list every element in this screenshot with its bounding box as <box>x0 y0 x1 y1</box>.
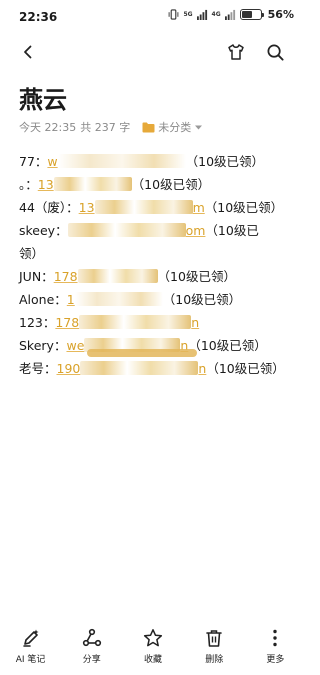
share-button[interactable]: 分享 <box>61 628 122 675</box>
entry-link[interactable]: w <box>47 154 186 169</box>
entry-link[interactable]: om <box>67 223 205 238</box>
note-title[interactable]: 燕云 <box>19 80 67 115</box>
entry-status: （10级已领） <box>131 177 211 192</box>
folder-name: 未分类 <box>158 121 192 134</box>
entry-status: （10级已领） <box>188 338 267 353</box>
entry-status: （10级已领） <box>185 154 265 169</box>
more-label: 更多 <box>266 655 285 665</box>
back-arrow-icon <box>24 45 32 59</box>
entry-laohao: 老号：190 n（10级已领） <box>19 357 291 380</box>
entry-label: 77： <box>19 154 48 169</box>
more-button[interactable]: 更多 <box>245 628 306 675</box>
entry-label: JUN： <box>19 269 54 284</box>
entry-status: （10级已领） <box>204 200 284 215</box>
entry-link[interactable]: 190 n <box>57 361 206 376</box>
entry-link[interactable]: 13 <box>38 177 132 192</box>
entry-status: （10级已 <box>205 223 259 238</box>
chevron-down-icon <box>195 125 203 129</box>
trash-icon <box>206 630 223 647</box>
vibrate-icon <box>169 9 179 20</box>
entry-link[interactable]: 178 <box>54 269 158 284</box>
nav-bar <box>0 38 306 68</box>
status-icons: 5G 4G 56% <box>168 8 294 21</box>
more-icon <box>273 629 278 647</box>
entry-123: 123：178 n <box>19 311 291 334</box>
back-button[interactable] <box>16 40 40 64</box>
battery-icon <box>239 9 264 20</box>
entry-label: skeey： <box>19 223 68 238</box>
status-time: 22:36 <box>19 10 58 24</box>
entry-skeey-cont: 领） <box>19 242 291 265</box>
entry-link[interactable]: 178 n <box>55 315 199 330</box>
entry-label: 老号： <box>19 361 57 376</box>
entry-label: Alone： <box>19 292 67 307</box>
battery-fill <box>241 11 252 18</box>
ai-note-label: AI 笔记 <box>15 655 46 665</box>
word-count: 共 237 字 <box>80 121 131 134</box>
note-body[interactable]: 77：w （10级已领） 。：13 （10级已领） 44（废）：13 m（10级已领）… <box>19 150 291 380</box>
entry-dot: 。：13 （10级已领） <box>19 173 291 196</box>
bottom-toolbar: AI 笔记 分享 收藏 删除 更多 <box>0 628 306 675</box>
entry-77: 77：w （10级已领） <box>19 150 291 173</box>
network-5g-label: 5G <box>183 10 193 18</box>
redaction-bar <box>87 349 197 357</box>
entry-status: （10级已领） <box>157 269 236 284</box>
folder-selector[interactable]: 未分类 <box>142 119 203 135</box>
entry-status: （10级已领） <box>162 292 242 307</box>
entry-link[interactable]: 13 m <box>79 200 205 215</box>
search-icon <box>267 44 284 61</box>
share-icon <box>82 628 101 647</box>
entry-status: 领） <box>19 246 45 261</box>
entry-jun: JUN：178 （10级已领） <box>19 265 291 288</box>
signal-icon <box>196 9 207 20</box>
favorite-button[interactable]: 收藏 <box>122 628 183 675</box>
entry-label: Skery： <box>19 338 67 353</box>
entry-skeey: skeey： om（10级已 <box>19 219 291 242</box>
theme-button[interactable] <box>224 40 248 64</box>
delete-button[interactable]: 删除 <box>184 628 245 675</box>
note-meta: 今天 22:35 共 237 字 未分类 <box>19 119 203 135</box>
status-bar: 22:36 5G 4G 56% <box>0 0 306 34</box>
entry-status: （10级已领） <box>206 361 285 376</box>
star-icon <box>143 629 163 647</box>
favorite-label: 收藏 <box>144 655 163 665</box>
entry-label: 。： <box>19 177 38 192</box>
network-4g-label: 4G <box>211 10 221 18</box>
ai-pen-icon <box>22 629 39 647</box>
delete-label: 删除 <box>205 655 224 665</box>
share-label: 分享 <box>82 655 101 665</box>
entry-label: 123： <box>19 315 56 330</box>
entry-44: 44（废）：13 m（10级已领） <box>19 196 291 219</box>
tshirt-icon <box>228 44 244 60</box>
folder-icon <box>142 122 155 132</box>
entry-alone: Alone：1 （10级已领） <box>19 288 291 311</box>
entry-link[interactable]: 1 <box>67 292 163 307</box>
entry-label: 44（废）： <box>19 200 79 215</box>
battery-percent: 56% <box>267 8 294 21</box>
entry-skery: Skery：we n（10级已领） <box>19 334 291 357</box>
note-date: 今天 22:35 <box>19 121 77 134</box>
signal-icon-2 <box>224 9 235 20</box>
search-button[interactable] <box>263 40 287 64</box>
ai-note-button[interactable]: AI 笔记 <box>0 628 61 675</box>
